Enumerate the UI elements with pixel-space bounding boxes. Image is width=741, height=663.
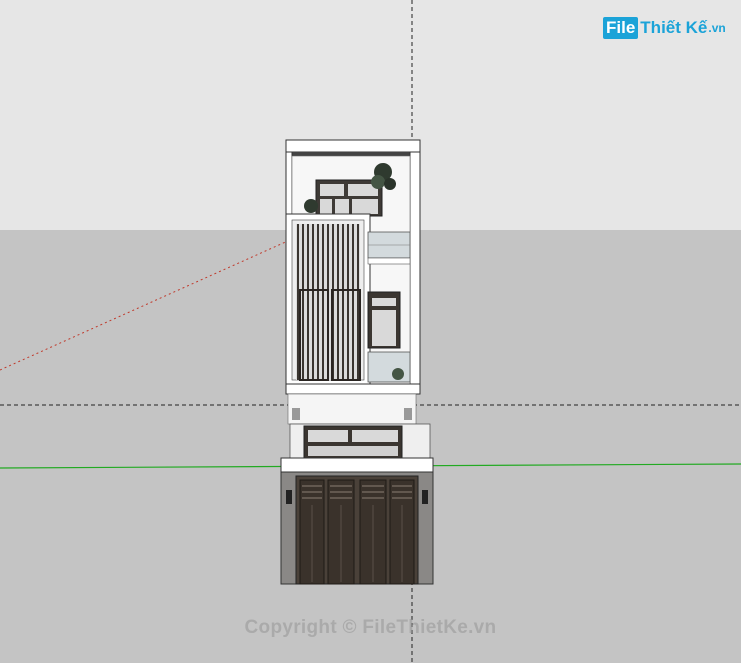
sketchup-viewport[interactable] (0, 0, 741, 663)
logo-name: Thiết Kế (640, 18, 708, 37)
site-logo[interactable]: File Thiết Kế .vn (603, 14, 726, 42)
building-model[interactable] (280, 139, 434, 585)
logo-domain: .vn (708, 21, 726, 35)
copyright-watermark: Copyright © FileThietKe.vn (244, 617, 497, 638)
logo-box: File (603, 17, 639, 39)
facade-slats (296, 224, 361, 381)
